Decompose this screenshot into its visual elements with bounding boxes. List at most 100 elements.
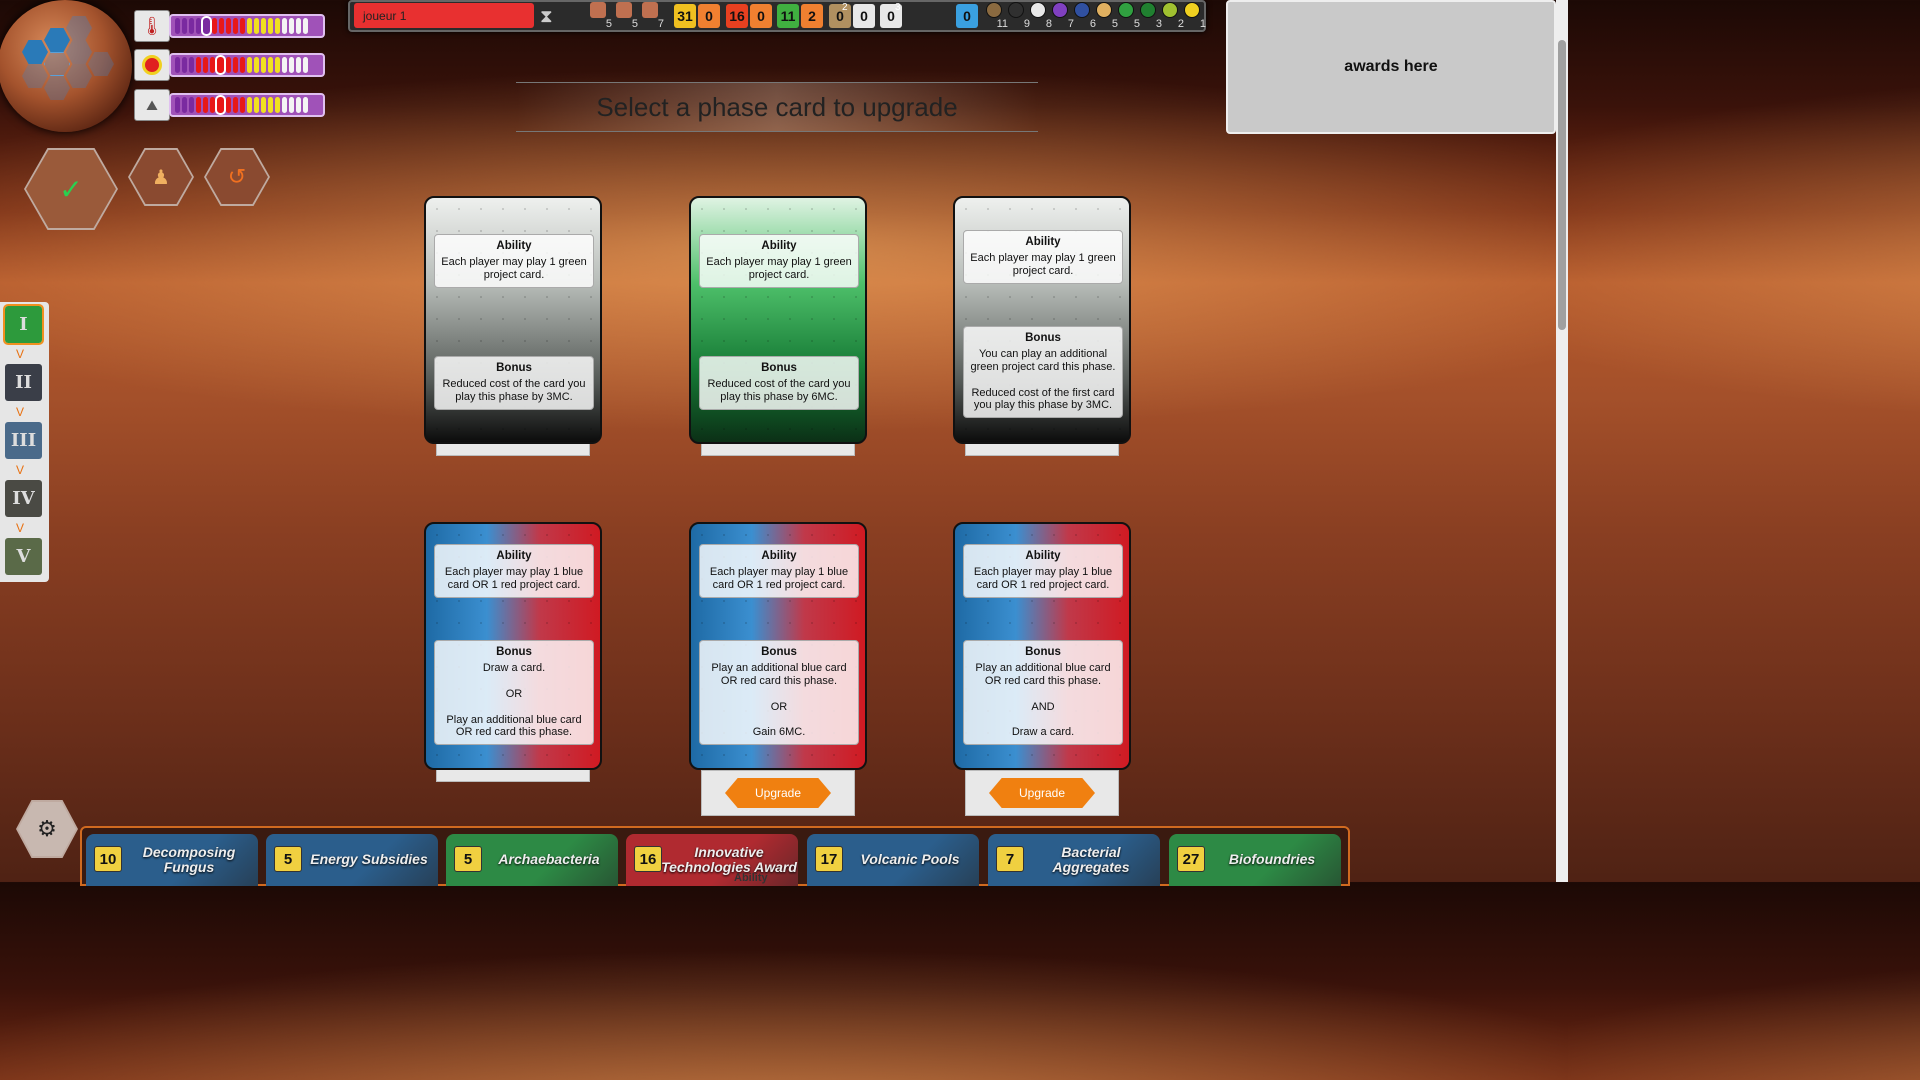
ability-text: Each player may play 1 blue card OR 1 re… bbox=[973, 565, 1113, 591]
awards-label: awards here bbox=[1344, 58, 1438, 75]
gauge-step bbox=[175, 57, 180, 73]
ability-title: Ability bbox=[496, 240, 532, 252]
page-title-banner: Select a phase card to upgrade bbox=[516, 82, 1038, 132]
ability-title: Ability bbox=[761, 240, 797, 252]
gauge-step bbox=[247, 97, 252, 113]
scrollbar-thumb[interactable] bbox=[1558, 40, 1566, 330]
gauge-step bbox=[182, 57, 187, 73]
undo-button[interactable]: ↺ bbox=[204, 148, 270, 206]
bonus-title: Bonus bbox=[496, 362, 532, 374]
gauge-step bbox=[261, 57, 266, 73]
gauge-step bbox=[240, 57, 245, 73]
bonus-text: OR bbox=[770, 700, 788, 713]
upgrade-slot: Upgrade bbox=[701, 770, 855, 816]
bonus-text: Draw a card. bbox=[1011, 726, 1075, 739]
gauge-step bbox=[189, 57, 194, 73]
player-name-field[interactable]: joueur 1 bbox=[354, 3, 534, 28]
bonus-text bbox=[439, 675, 589, 688]
hand-card[interactable]: 17 Volcanic Pools bbox=[807, 834, 979, 886]
upgrade-button[interactable]: Upgrade bbox=[725, 778, 831, 808]
actions-button[interactable]: ♟ bbox=[128, 148, 194, 206]
gauge-step bbox=[175, 18, 180, 34]
bonus-counter: 3 bbox=[895, 2, 901, 13]
plant-tag-icon: 5 bbox=[1118, 2, 1140, 30]
bonus-text: Gain 6MC. bbox=[752, 726, 806, 739]
phase-1-card[interactable]: I bbox=[3, 304, 44, 345]
bonus-panel: Bonus Play an additional blue card OR red… bbox=[963, 640, 1123, 746]
gauge-step bbox=[247, 18, 252, 34]
hand-card[interactable]: 27 Biofoundries bbox=[1169, 834, 1341, 886]
ability-title: Ability bbox=[1025, 236, 1061, 248]
phase-2-card[interactable]: II bbox=[5, 364, 42, 401]
bonus-text bbox=[704, 713, 854, 726]
phase-4-card[interactable]: IV bbox=[5, 480, 42, 517]
resource-counter: 0 bbox=[698, 4, 720, 28]
hand-card[interactable]: 5 Archaebacteria bbox=[446, 834, 618, 886]
bonus-text: Draw a card. bbox=[482, 661, 546, 674]
thermometer-icon: 🌡 bbox=[134, 10, 170, 42]
gauge-step bbox=[303, 97, 308, 113]
gauge-step bbox=[196, 57, 201, 73]
phase-upgrade-card[interactable]: Ability Each player may play 1 blue card … bbox=[689, 522, 867, 770]
gauge-step bbox=[275, 57, 280, 73]
bonus-panel: Bonus Draw a card. OR Play an additional bl… bbox=[434, 640, 594, 746]
bonus-title: Bonus bbox=[1025, 646, 1061, 658]
bonus-text bbox=[968, 688, 1118, 701]
card-cost: 5 bbox=[274, 846, 302, 872]
phase-upgrade-card[interactable]: Ability Each player may play 1 green proj… bbox=[953, 196, 1131, 444]
gauge-step bbox=[233, 18, 238, 34]
page-scrollbar[interactable] bbox=[1556, 0, 1568, 882]
upgrade-button[interactable]: Upgrade bbox=[989, 778, 1095, 808]
resource-counter: 31 bbox=[674, 4, 696, 28]
gauge-step bbox=[210, 57, 215, 73]
gauge-step bbox=[282, 97, 287, 113]
gauge-step bbox=[303, 57, 308, 73]
phase-upgrade-card[interactable]: Ability Each player may play 1 green proj… bbox=[689, 196, 867, 444]
confirm-button[interactable]: ✓ bbox=[24, 148, 118, 230]
stat-value: 5 bbox=[631, 18, 638, 30]
bonus-panel: Bonus Play an additional blue card OR red… bbox=[699, 640, 859, 746]
building-tag-icon: 11 bbox=[986, 2, 1008, 30]
gauge-step bbox=[289, 57, 294, 73]
phase-5-card[interactable]: V bbox=[5, 538, 42, 575]
gauge-step bbox=[282, 57, 287, 73]
space-tag-icon: 9 bbox=[1008, 2, 1030, 30]
gauge-step bbox=[261, 97, 266, 113]
hand-card[interactable]: 7 Bacterial Aggregates bbox=[988, 834, 1160, 886]
gauge-step bbox=[254, 57, 259, 73]
card-cost: 7 bbox=[996, 846, 1024, 872]
ability-title: Ability bbox=[761, 550, 797, 562]
bonus-counter: 2 bbox=[842, 2, 848, 13]
ocean-icon: ⛰ bbox=[134, 89, 170, 121]
gauge-step bbox=[289, 97, 294, 113]
page-title: Select a phase card to upgrade bbox=[596, 91, 958, 122]
chevron-down-icon: V bbox=[16, 405, 25, 419]
phase-upgrade-card[interactable]: Ability Each player may play 1 blue card … bbox=[424, 522, 602, 770]
phase-3-card[interactable]: III bbox=[5, 422, 42, 459]
phase-upgrade-card[interactable]: Ability Each player may play 1 blue card … bbox=[953, 522, 1131, 770]
resource-counter: 16 bbox=[726, 4, 748, 28]
bonus-title: Bonus bbox=[1025, 332, 1061, 344]
gauge-step bbox=[296, 18, 301, 34]
gauge-step bbox=[182, 97, 187, 113]
gauge-step bbox=[215, 55, 226, 75]
bonus-text bbox=[968, 374, 1118, 387]
tag-count: 1 bbox=[1199, 18, 1206, 30]
card-slot-footer bbox=[965, 444, 1119, 456]
bonus-text: AND bbox=[1031, 700, 1055, 713]
ability-panel: Ability Each player may play 1 blue card … bbox=[699, 544, 859, 598]
bonus-panel: Bonus You can play an additional green pr… bbox=[963, 326, 1123, 419]
hand-card[interactable]: 5 Energy Subsidies bbox=[266, 834, 438, 886]
ability-panel: Ability Each player may play 1 green proj… bbox=[699, 234, 859, 288]
card-slot-footer bbox=[436, 444, 590, 456]
cards-icon: 7 bbox=[642, 2, 664, 30]
hand-card[interactable]: 16 Innovative Technologies Award Ability bbox=[626, 834, 798, 886]
resource-counter: 2 bbox=[801, 4, 823, 28]
microbe-tag-icon: 2 bbox=[1162, 2, 1184, 30]
phase-upgrade-card[interactable]: Ability Each player may play 1 green proj… bbox=[424, 196, 602, 444]
gauge-step bbox=[240, 97, 245, 113]
bonus-text: Play an additional blue card OR red card… bbox=[711, 661, 847, 687]
gauge-step bbox=[254, 18, 259, 34]
settings-button[interactable]: ⚙ bbox=[16, 800, 78, 858]
hand-card[interactable]: 10 Decomposing Fungus bbox=[86, 834, 258, 886]
